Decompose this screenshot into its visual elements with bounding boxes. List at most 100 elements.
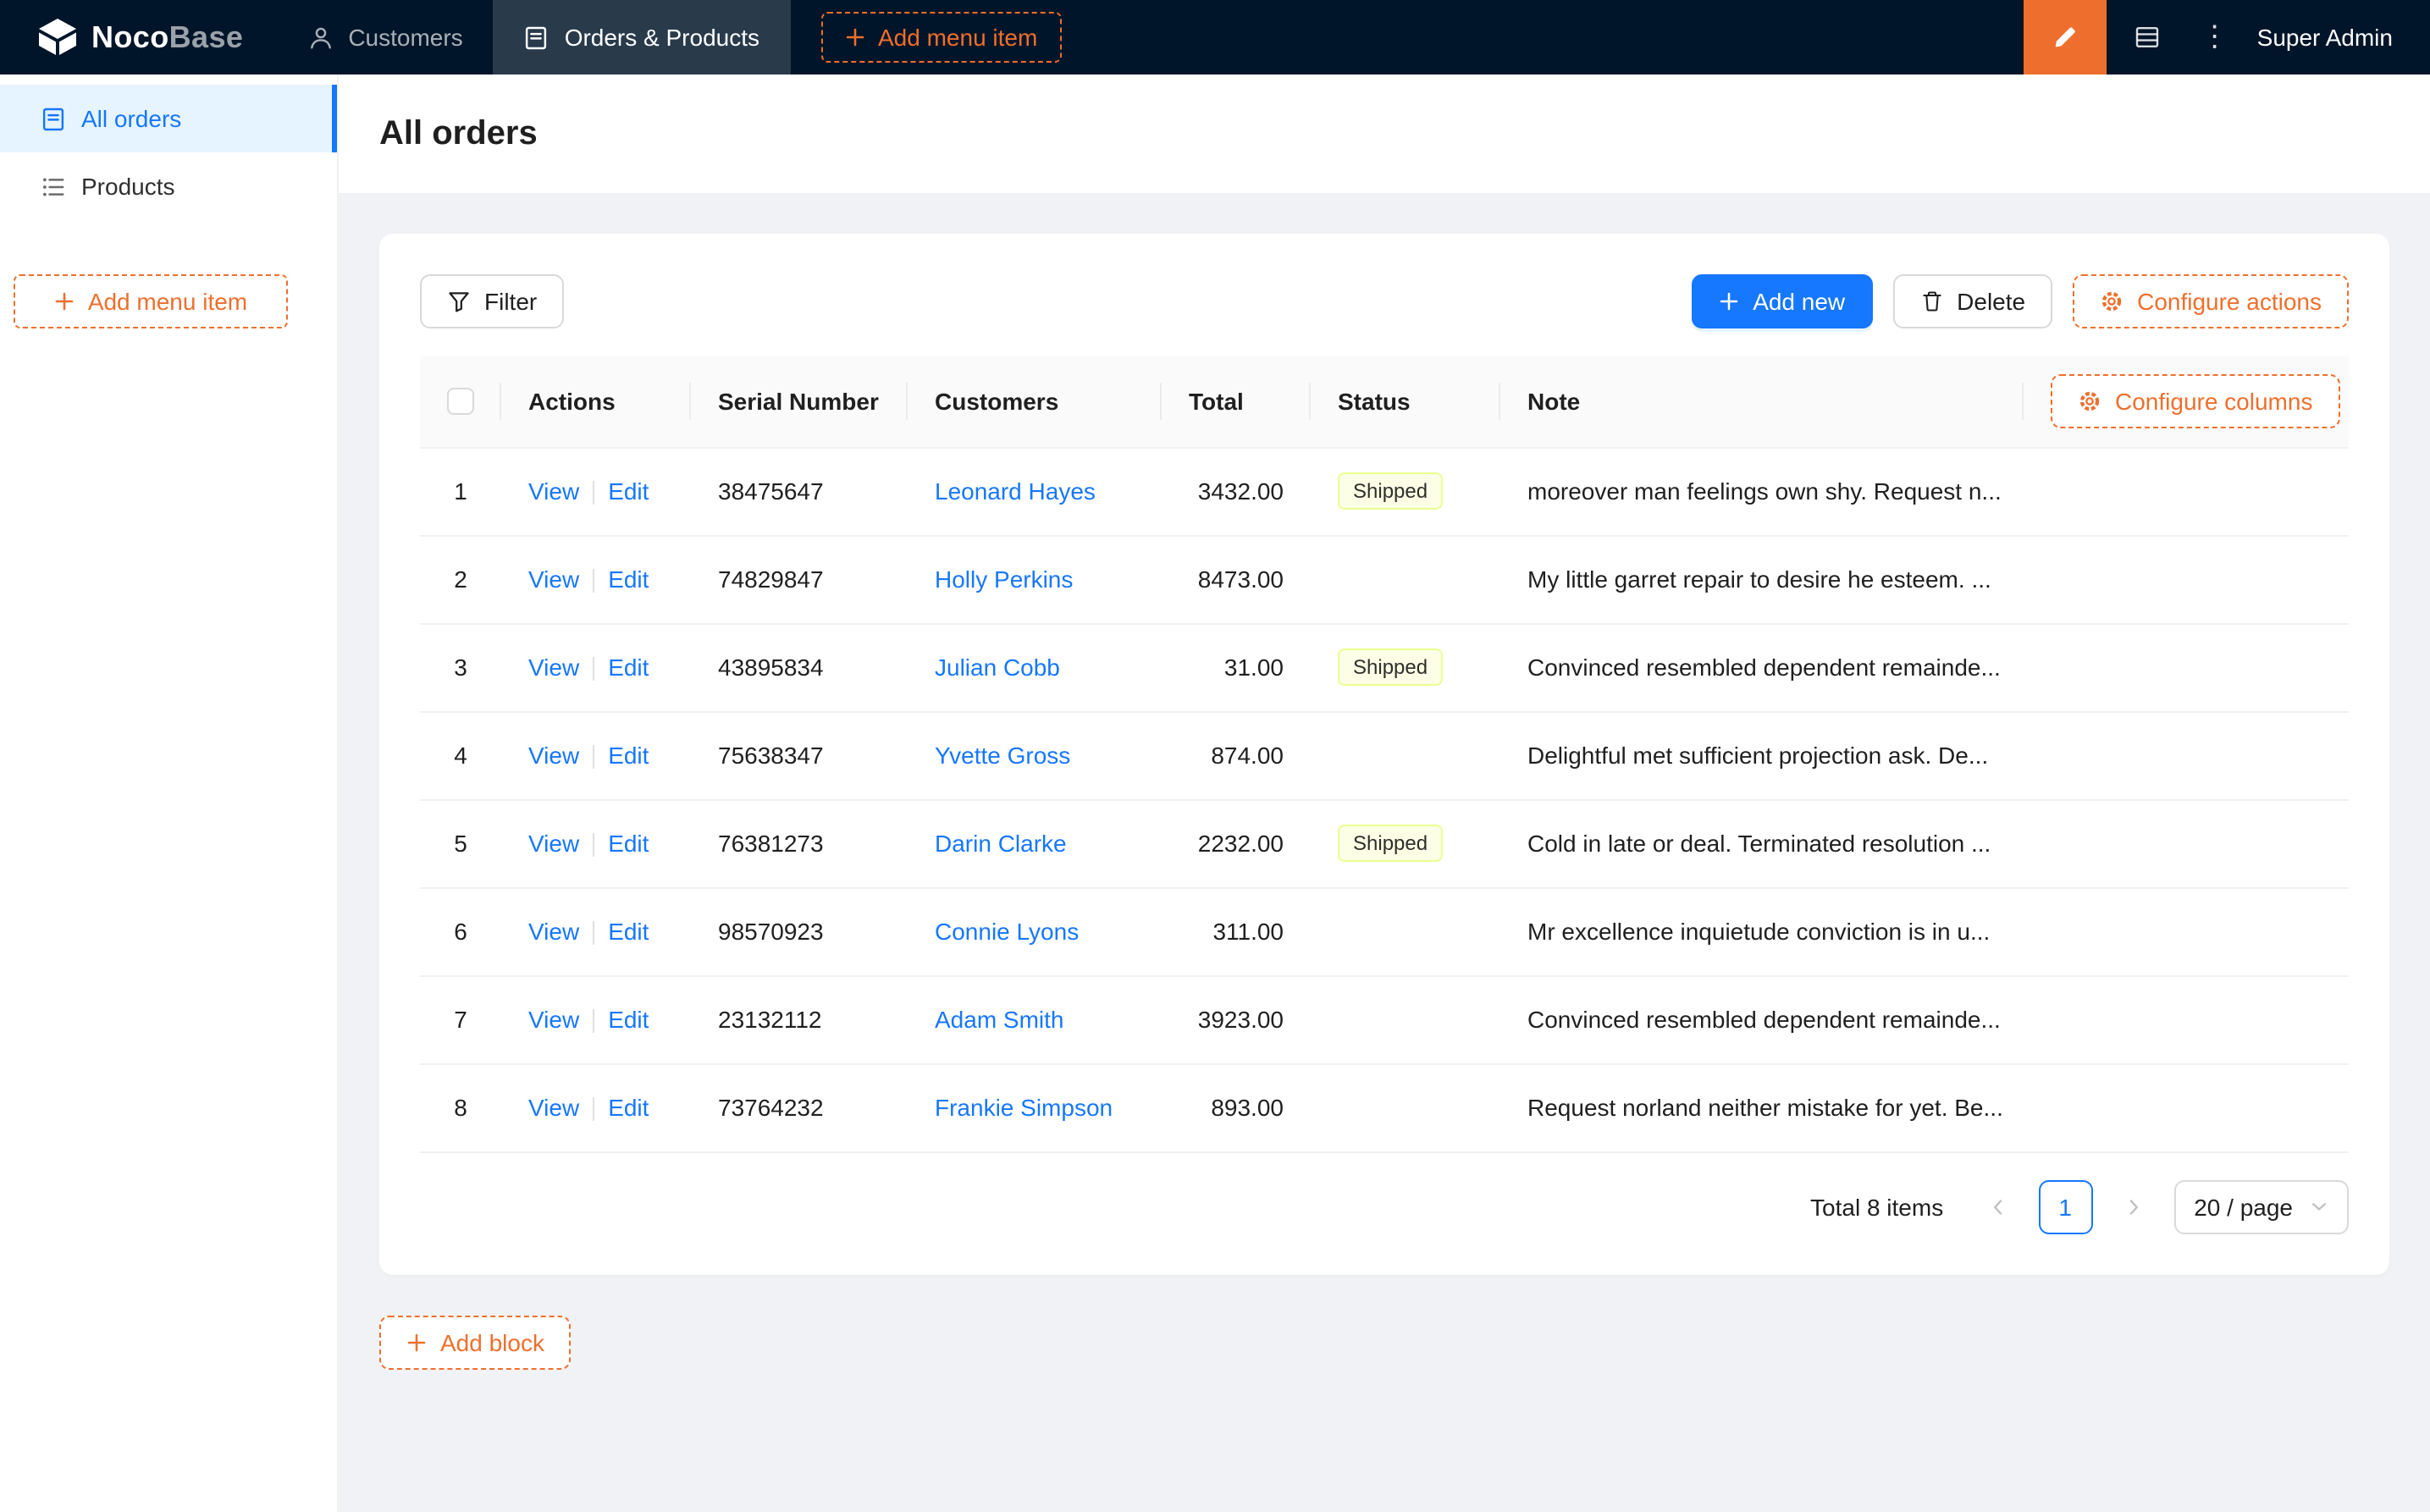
nav-tab-orders-products[interactable]: Orders & Products (493, 0, 790, 74)
edit-link[interactable]: Edit (608, 566, 649, 593)
add-block-button[interactable]: Add block (379, 1315, 572, 1369)
empty-cell (2024, 623, 2349, 712)
top-navbar: NocoBase Customers Orders & Products Add… (0, 0, 2430, 74)
divider (593, 1097, 595, 1122)
status-badge: Shipped (1338, 825, 1444, 862)
table-toolbar: Filter Add new Delete Configure actions (420, 274, 2349, 328)
sidebar-item-products[interactable]: Products (0, 152, 337, 220)
customer-cell: Julian Cobb (908, 623, 1162, 712)
customer-link[interactable]: Yvette Gross (935, 742, 1070, 769)
trash-icon (1922, 291, 1941, 312)
customer-link[interactable]: Holly Perkins (935, 566, 1073, 593)
filter-button[interactable]: Filter (420, 274, 565, 328)
empty-cell (2024, 975, 2349, 1064)
plus-icon (845, 28, 864, 47)
edit-link[interactable]: Edit (608, 477, 649, 505)
edit-link[interactable]: Edit (608, 918, 649, 945)
app-logo[interactable]: NocoBase (0, 0, 277, 74)
row-index: 1 (420, 447, 501, 536)
serial-number: 43895834 (691, 623, 908, 712)
table-row: 8 View Edit 73764232 Frankie Simpson 893.… (420, 1063, 2349, 1152)
status-cell (1311, 975, 1500, 1064)
prev-page-button[interactable] (1970, 1179, 2024, 1233)
edit-link[interactable]: Edit (608, 830, 649, 857)
orders-table-block: Filter Add new Delete Configure actions … (379, 234, 2389, 1274)
edit-link[interactable]: Edit (608, 1094, 649, 1121)
page-content: Filter Add new Delete Configure actions … (339, 193, 2430, 1512)
view-link[interactable]: View (528, 1006, 579, 1033)
edit-link[interactable]: Edit (608, 654, 649, 681)
edit-link[interactable]: Edit (608, 1006, 649, 1033)
more-menu-button[interactable]: ⋮ (2190, 0, 2240, 74)
page-1-button[interactable]: 1 (2038, 1179, 2093, 1233)
table-row: 7 View Edit 23132112 Adam Smith 3923.00 C… (420, 975, 2349, 1064)
status-cell: Shipped (1311, 447, 1500, 536)
view-link[interactable]: View (528, 742, 579, 769)
pagination: Total 8 items 1 20 / page (420, 1179, 2349, 1233)
logo-icon (39, 19, 76, 55)
delete-button[interactable]: Delete (1892, 274, 2053, 328)
grid-menu-button[interactable] (2107, 0, 2190, 74)
pagination-total: Total 8 items (1810, 1193, 1944, 1220)
logo-text: NocoBase (91, 19, 244, 53)
plus-icon (55, 292, 74, 311)
user-icon (310, 26, 331, 48)
filter-icon (449, 292, 469, 312)
gear-icon (2079, 391, 2100, 411)
serial-number: 74829847 (691, 535, 908, 624)
customer-link[interactable]: Darin Clarke (935, 830, 1067, 857)
chevron-left-icon (1993, 1199, 2002, 1214)
table-row: 5 View Edit 76381273 Darin Clarke 2232.00… (420, 799, 2349, 888)
edit-link[interactable]: Edit (608, 742, 649, 769)
view-link[interactable]: View (528, 830, 579, 857)
row-index: 5 (420, 799, 501, 888)
column-header-serial-number: Serial Number (691, 356, 908, 448)
toolbar-actions: Add new Delete Configure actions (1692, 274, 2349, 328)
order-note: moreover man feelings own shy. Request n… (1500, 447, 2024, 536)
table-icon (2136, 26, 2159, 48)
plus-icon (1720, 292, 1738, 311)
nav-tab-customers[interactable]: Customers (277, 0, 493, 74)
order-total: 31.00 (1162, 623, 1311, 712)
user-menu[interactable]: Super Admin (2240, 0, 2430, 74)
ui-editor-button[interactable] (2023, 0, 2107, 74)
add-new-button[interactable]: Add new (1692, 274, 1873, 328)
serial-number: 73764232 (691, 1063, 908, 1152)
view-link[interactable]: View (528, 654, 579, 681)
next-page-button[interactable] (2106, 1179, 2160, 1233)
table-row: 4 View Edit 75638347 Yvette Gross 874.00 … (420, 711, 2349, 800)
empty-cell (2024, 447, 2349, 536)
view-link[interactable]: View (528, 477, 579, 505)
configure-columns-button[interactable]: Configure columns (2051, 373, 2340, 428)
view-link[interactable]: View (528, 918, 579, 945)
customer-link[interactable]: Julian Cobb (935, 654, 1060, 681)
row-actions: View Edit (501, 799, 691, 888)
empty-cell (2024, 535, 2349, 624)
row-actions: View Edit (501, 887, 691, 976)
customer-link[interactable]: Leonard Hayes (935, 477, 1096, 505)
sidebar-add-menu-item-button[interactable]: Add menu item (14, 274, 288, 328)
customer-cell: Connie Lyons (908, 887, 1162, 976)
column-header-status: Status (1311, 356, 1500, 448)
sidebar-item-all-orders[interactable]: All orders (0, 85, 337, 152)
row-actions: View Edit (501, 535, 691, 624)
configure-actions-button[interactable]: Configure actions (2073, 274, 2349, 328)
chevron-down-icon (2312, 1203, 2326, 1211)
plus-icon (407, 1333, 426, 1351)
main-area: All orders Filter Add new Delete Configu… (339, 74, 2430, 1512)
select-all-checkbox[interactable] (447, 388, 474, 416)
status-cell (1311, 711, 1500, 800)
row-index: 6 (420, 887, 501, 976)
customer-link[interactable]: Frankie Simpson (935, 1094, 1113, 1121)
page-size-select[interactable]: 20 / page (2173, 1179, 2349, 1233)
view-link[interactable]: View (528, 1094, 579, 1121)
order-note: Convinced resembled dependent remainde..… (1500, 623, 2024, 712)
serial-number: 23132112 (691, 975, 908, 1064)
empty-cell (2024, 799, 2349, 888)
customer-link[interactable]: Adam Smith (935, 1006, 1064, 1033)
kebab-icon: ⋮ (2200, 20, 2229, 52)
view-link[interactable]: View (528, 566, 579, 593)
navbar-add-menu-item-button[interactable]: Add menu item (820, 12, 1062, 63)
order-note: Delightful met sufficient projection ask… (1500, 711, 2024, 800)
customer-link[interactable]: Connie Lyons (935, 918, 1079, 945)
